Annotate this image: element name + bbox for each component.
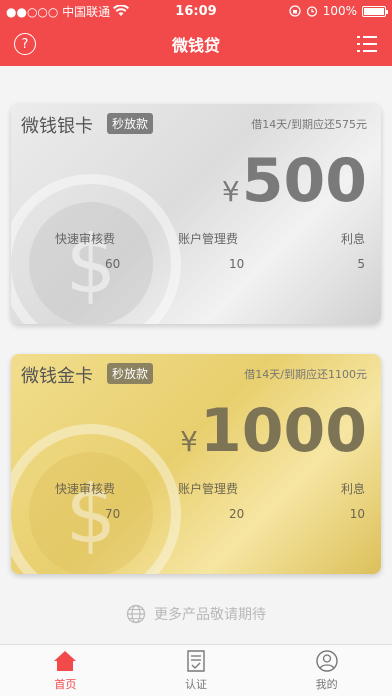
tab-label: 我的 [315,677,338,691]
tab-verify[interactable]: 认证 [131,645,262,696]
gold-card[interactable]: $ 微钱金卡 秒放款 借14天/到期应还1100元 ¥ 1000 快速审核费 账… [11,354,381,574]
fee-value-interest: 10 [349,507,365,521]
globe-icon [126,604,146,624]
tab-home[interactable]: 首页 [0,645,131,696]
tab-bar: 首页 认证 我的 [0,644,392,696]
nav-bar: ? 微钱贷 [0,22,392,66]
tab-label: 认证 [185,677,207,691]
fee-value-review: 60 [105,257,121,271]
user-icon [315,649,338,672]
home-icon [54,650,77,671]
currency-symbol: ¥ [221,175,240,208]
help-icon[interactable]: ? [14,33,36,55]
amount-value: 500 [241,146,367,216]
card-tag: 秒放款 [107,363,154,384]
fee-label-account: 账户管理费 [178,232,239,246]
card-amount: ¥ 500 [222,146,367,216]
fee-label-account: 账户管理费 [178,482,239,496]
fee-label-interest: 利息 [340,482,365,496]
more-products-notice: 更多产品敬请期待 [0,604,392,624]
silver-card[interactable]: $ 微钱银卡 秒放款 借14天/到期应还575元 ¥ 500 快速审核费 账户管… [11,104,381,324]
tab-mine[interactable]: 我的 [261,645,392,696]
card-name: 微钱金卡 [21,366,93,387]
page-title: 微钱贷 [171,36,220,55]
fee-value-review: 70 [105,507,121,521]
more-products-label: 更多产品敬请期待 [154,607,266,623]
fee-value-interest: 5 [357,257,365,271]
currency-symbol: ¥ [180,425,198,458]
fee-table: 快速审核费 账户管理费 利息 60 10 5 [11,230,381,280]
amount-value: 1000 [200,396,367,466]
card-amount: ¥ 1000 [180,396,367,466]
status-bar: ●●○○○ 中国联通 16:09 100% [0,0,392,22]
fee-label-review: 快速审核费 [55,482,116,496]
fee-value-account: 20 [229,507,245,521]
card-repay-note: 借14天/到期应还1100元 [244,368,367,381]
fee-label-review: 快速审核费 [55,232,116,246]
fee-label-interest: 利息 [340,232,365,246]
tab-label: 首页 [54,677,77,691]
status-time: 16:09 [175,3,217,19]
card-tag: 秒放款 [107,113,154,134]
document-icon [187,649,205,672]
menu-list-icon[interactable] [356,34,378,54]
card-repay-note: 借14天/到期应还575元 [251,118,367,131]
fee-table: 快速审核费 账户管理费 利息 70 20 10 [11,480,381,530]
card-name: 微钱银卡 [21,116,93,137]
fee-value-account: 10 [229,257,245,271]
battery-icon [362,5,388,17]
